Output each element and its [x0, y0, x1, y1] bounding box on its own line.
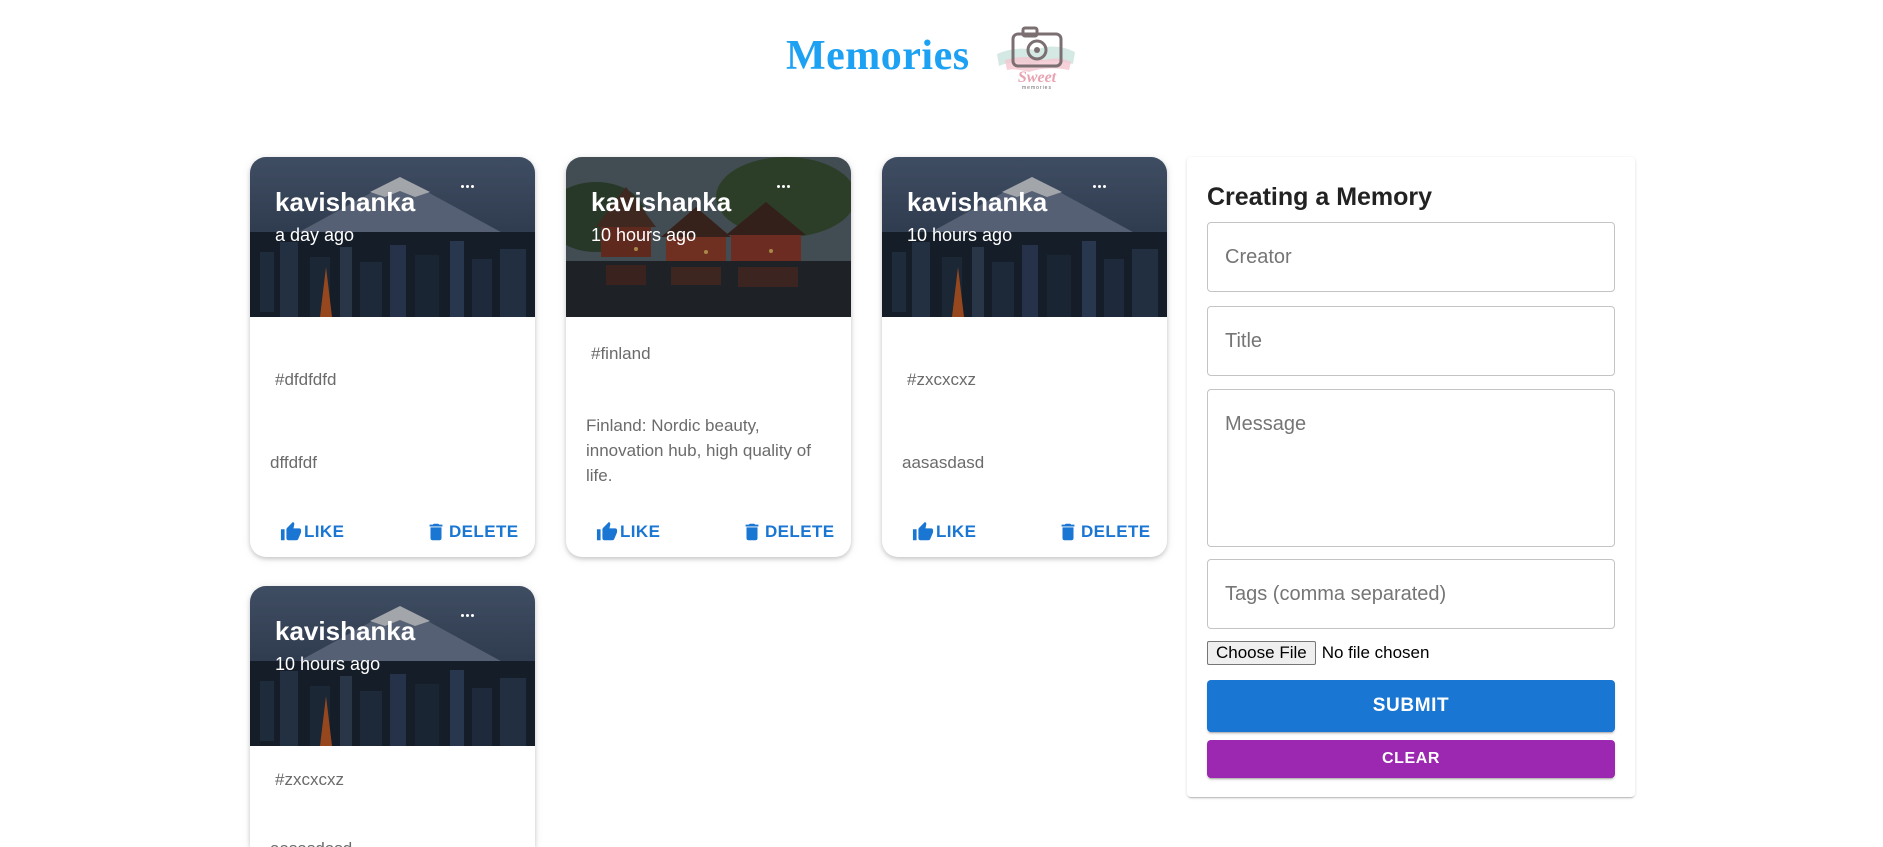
- card-timestamp: a day ago: [275, 225, 355, 245]
- card-tags: #zxcxcxz: [275, 770, 344, 789]
- card-creator: kavishanka: [907, 187, 1048, 217]
- card-timestamp: 10 hours ago: [907, 225, 1013, 245]
- delete-label: DELETE: [1081, 522, 1151, 541]
- like-button[interactable]: LIKE: [912, 517, 976, 547]
- card-image-fuji: kavishanka a day ago: [250, 157, 535, 317]
- clear-button[interactable]: CLEAR: [1207, 740, 1615, 778]
- trash-icon: [1061, 523, 1075, 541]
- card-creator: kavishanka: [275, 616, 416, 646]
- memory-card: kavishanka a day ago #dfdfdfd dffdfdf LI…: [250, 157, 535, 557]
- file-status: No file chosen: [1321, 643, 1430, 662]
- memory-card: kavishanka 10 hours ago #zxcxcxz aasasda…: [882, 157, 1167, 557]
- thumb-up-icon: [280, 521, 302, 541]
- like-button[interactable]: LIKE: [280, 517, 344, 547]
- delete-label: DELETE: [765, 522, 835, 541]
- delete-label: DELETE: [449, 522, 519, 541]
- form-title: Creating a Memory: [1207, 183, 1433, 211]
- card-message: aasasdasd: [270, 836, 520, 847]
- tags-field[interactable]: [1207, 559, 1615, 629]
- create-memory-form: Creating a Memory Choose File No file ch…: [1187, 157, 1635, 797]
- delete-button[interactable]: DELETE: [425, 517, 518, 547]
- message-input[interactable]: [1208, 390, 1614, 546]
- thumb-up-icon: [912, 521, 934, 541]
- more-horiz-icon[interactable]: [461, 185, 477, 191]
- card-creator: kavishanka: [275, 187, 416, 217]
- app-title: Memories: [786, 33, 970, 79]
- card-message: dffdfdf: [270, 453, 317, 472]
- card-tags: #finland: [591, 344, 651, 363]
- camera-logo-icon: Sweet memories: [997, 26, 1075, 90]
- more-horiz-icon[interactable]: [777, 185, 793, 191]
- like-label: LIKE: [620, 522, 661, 541]
- submit-button[interactable]: SUBMIT: [1207, 680, 1615, 732]
- card-timestamp: 10 hours ago: [591, 225, 697, 245]
- creator-field[interactable]: [1207, 222, 1615, 292]
- memory-card: kavishanka 10 hours ago #finland Finland…: [566, 157, 851, 557]
- tags-input[interactable]: [1208, 560, 1614, 628]
- delete-button[interactable]: DELETE: [741, 517, 834, 547]
- card-creator: kavishanka: [591, 187, 732, 217]
- more-horiz-icon[interactable]: [1093, 185, 1109, 191]
- like-button[interactable]: LIKE: [596, 517, 660, 547]
- like-label: LIKE: [304, 522, 345, 541]
- card-message: Finland: Nordic beauty, innovation hub, …: [586, 416, 811, 485]
- message-field[interactable]: [1207, 389, 1615, 547]
- card-tags: #zxcxcxz: [907, 370, 976, 389]
- creator-input[interactable]: [1208, 223, 1614, 291]
- card-image-finland: kavishanka 10 hours ago: [566, 157, 851, 317]
- card-tags: #dfdfdfd: [275, 370, 337, 389]
- choose-file-button[interactable]: Choose File: [1207, 641, 1316, 665]
- card-image-fuji: kavishanka 10 hours ago: [250, 586, 535, 746]
- like-label: LIKE: [936, 522, 977, 541]
- trash-icon: [429, 523, 443, 541]
- memory-card: kavishanka 10 hours ago #zxcxcxz aasasda…: [250, 586, 535, 847]
- more-horiz-icon[interactable]: [461, 614, 477, 620]
- file-picker: Choose File No file chosen: [1207, 641, 1429, 665]
- app-bar: Memories Sweet memories: [0, 0, 1883, 110]
- svg-text:Sweet: Sweet: [1018, 69, 1057, 86]
- card-message: aasasdasd: [902, 453, 985, 472]
- trash-icon: [745, 523, 759, 541]
- card-timestamp: 10 hours ago: [275, 654, 381, 674]
- thumb-up-icon: [596, 521, 618, 541]
- card-image-fuji: kavishanka 10 hours ago: [882, 157, 1167, 317]
- svg-text:memories: memories: [1022, 85, 1052, 90]
- title-input[interactable]: [1208, 307, 1614, 375]
- title-field[interactable]: [1207, 306, 1615, 376]
- delete-button[interactable]: DELETE: [1057, 517, 1150, 547]
